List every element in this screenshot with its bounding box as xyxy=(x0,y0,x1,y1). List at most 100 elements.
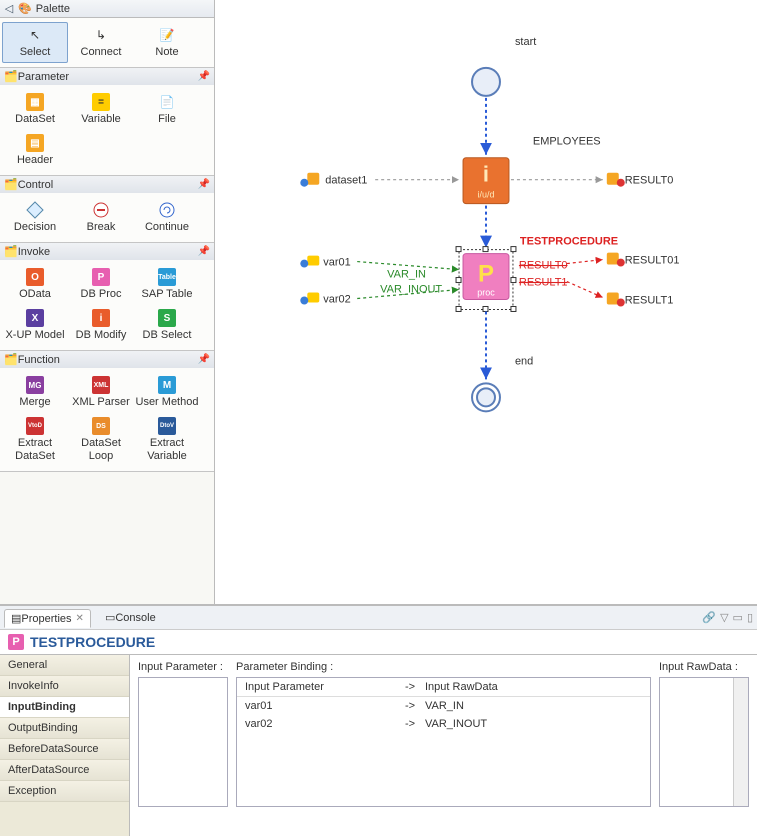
tab-console[interactable]: ▭ Console xyxy=(99,609,162,626)
merge-icon: MG xyxy=(26,376,44,394)
properties-icon: ▤ xyxy=(11,612,21,625)
var01-label: var01 xyxy=(323,257,350,269)
edge-result01[interactable] xyxy=(567,260,603,264)
dataset-icon: ▦ xyxy=(26,93,44,111)
palette-usermethod[interactable]: MUser Method xyxy=(134,372,200,413)
section-control-header[interactable]: 🗂️ Control 📌 xyxy=(0,176,214,193)
nav-exception[interactable]: Exception xyxy=(0,781,129,802)
minimize-icon[interactable]: ▭ xyxy=(733,611,743,624)
inputraw-listbox[interactable] xyxy=(659,677,749,807)
start-label: start xyxy=(515,36,536,48)
properties-title: P TESTPROCEDURE xyxy=(0,630,757,655)
edge-result1[interactable] xyxy=(567,282,603,298)
nav-afterdatasource[interactable]: AfterDataSource xyxy=(0,760,129,781)
nav-outputbinding[interactable]: OutputBinding xyxy=(0,718,129,739)
bottom-tabs: ▤ Properties ✕ ▭ Console 🔗 ▽ ▭ ▯ xyxy=(0,606,757,630)
palette-select[interactable]: ↖ Select xyxy=(2,22,68,63)
palette-odata[interactable]: OOData xyxy=(2,264,68,305)
link-icon[interactable]: 🔗 xyxy=(702,611,716,624)
extractds-icon: VtoD xyxy=(26,417,44,435)
nav-beforedatasource[interactable]: BeforeDataSource xyxy=(0,739,129,760)
table-row[interactable]: var02 -> VAR_INOUT xyxy=(237,715,650,733)
pin-icon[interactable]: 📌 xyxy=(198,246,210,257)
close-icon[interactable]: ✕ xyxy=(76,613,84,624)
nav-invokeinfo[interactable]: InvokeInfo xyxy=(0,676,129,697)
palette-connect[interactable]: ↳ Connect xyxy=(68,22,134,63)
palette-decision[interactable]: Decision xyxy=(2,197,68,238)
palette-note[interactable]: 📝 Note xyxy=(134,22,200,63)
section-parameter-header[interactable]: 🗂️ Parameter 📌 xyxy=(0,68,214,85)
palette-dbselect[interactable]: SDB Select xyxy=(134,305,200,346)
var01-port[interactable] xyxy=(300,256,319,268)
palette-dsloop[interactable]: DSDataSet Loop xyxy=(68,413,134,467)
section-invoke-header[interactable]: 🗂️ Invoke 📌 xyxy=(0,243,214,260)
var02-label: var02 xyxy=(323,293,350,305)
odata-icon: O xyxy=(26,268,44,286)
proc-icon: P xyxy=(8,634,24,650)
palette-variable[interactable]: =Variable xyxy=(68,89,134,130)
section-function-header[interactable]: 🗂️ Function 📌 xyxy=(0,351,214,368)
col-inputraw: Input RawData xyxy=(425,681,642,693)
palette-dbproc[interactable]: PDB Proc xyxy=(68,264,134,305)
saptable-icon: Table xyxy=(158,268,176,286)
palette-title: Palette xyxy=(36,3,70,15)
table-row[interactable]: var01 -> VAR_IN xyxy=(237,697,650,715)
palette-xmlparser[interactable]: XMLXML Parser xyxy=(68,372,134,413)
pin-icon[interactable]: 📌 xyxy=(198,354,210,365)
palette-continue[interactable]: Continue xyxy=(134,197,200,238)
result01-port[interactable] xyxy=(607,253,625,267)
console-icon: ▭ xyxy=(105,611,115,624)
connect-icon: ↳ xyxy=(92,26,110,44)
palette-dataset[interactable]: ▦DataSet xyxy=(2,89,68,130)
folder-icon: 🗂️ xyxy=(4,178,18,191)
result01-label: RESULT01 xyxy=(625,255,680,267)
palette-dbmodify[interactable]: iDB Modify xyxy=(68,305,134,346)
palette-collapse-icon[interactable]: ◁ xyxy=(4,2,14,15)
dataset1-port[interactable] xyxy=(300,173,319,187)
varinout-label: VAR_INOUT xyxy=(380,284,442,296)
triangle-icon[interactable]: ▽ xyxy=(720,611,728,624)
end-label: end xyxy=(515,355,533,367)
svg-text:proc: proc xyxy=(477,288,495,298)
dataset1-label: dataset1 xyxy=(325,175,367,187)
start-node[interactable] xyxy=(472,68,500,96)
pin-icon[interactable]: 📌 xyxy=(198,179,210,190)
palette-merge[interactable]: MGMerge xyxy=(2,372,68,413)
cursor-icon: ↖ xyxy=(26,26,44,44)
palette-header-item[interactable]: ▤Header xyxy=(2,130,68,171)
pin-icon[interactable]: 📌 xyxy=(198,71,210,82)
palette-saptable[interactable]: TableSAP Table xyxy=(134,264,200,305)
diagram-canvas[interactable]: start EMPLOYEES i i/u/d dataset1 RESULT0 xyxy=(215,0,757,604)
inputparam-listbox[interactable] xyxy=(138,677,228,807)
palette-break[interactable]: Break xyxy=(68,197,134,238)
result1-label: RESULT1 xyxy=(625,294,674,306)
palette-extractds[interactable]: VtoDExtract DataSet xyxy=(2,413,68,467)
palette-icon: 🎨 xyxy=(18,2,32,15)
palette-xupmodel[interactable]: XX-UP Model xyxy=(2,305,68,346)
extractvar-icon: DtoV xyxy=(158,417,176,435)
result1s-label: RESULT1 xyxy=(519,277,568,289)
svg-text:i: i xyxy=(483,162,489,187)
tab-properties[interactable]: ▤ Properties ✕ xyxy=(4,609,91,628)
result1-port[interactable] xyxy=(607,293,625,307)
parambinding-header: Parameter Binding : xyxy=(236,661,651,673)
palette-panel: ◁ 🎨 Palette ↖ Select ↳ Connect 📝 xyxy=(0,0,215,604)
binding-table[interactable]: Input Parameter -> Input RawData var01 -… xyxy=(236,677,651,807)
properties-nav: General InvokeInfo InputBinding OutputBi… xyxy=(0,655,130,836)
decision-icon xyxy=(26,201,44,219)
nav-general[interactable]: General xyxy=(0,655,129,676)
employees-label: EMPLOYEES xyxy=(533,136,601,148)
var02-port[interactable] xyxy=(300,293,319,305)
result0-port[interactable] xyxy=(607,173,625,187)
xupmodel-icon: X xyxy=(26,309,44,327)
note-icon: 📝 xyxy=(158,26,176,44)
testprocedure-label: TESTPROCEDURE xyxy=(520,236,618,248)
nav-inputbinding[interactable]: InputBinding xyxy=(0,697,129,718)
folder-icon: 🗂️ xyxy=(4,353,18,366)
palette-file[interactable]: 📄File xyxy=(134,89,200,130)
palette-extractvar[interactable]: DtoVExtract Variable xyxy=(134,413,200,467)
usermethod-icon: M xyxy=(158,376,176,394)
maximize-icon[interactable]: ▯ xyxy=(747,611,753,624)
palette-header: ◁ 🎨 Palette xyxy=(0,0,214,18)
varin-label: VAR_IN xyxy=(387,269,426,281)
